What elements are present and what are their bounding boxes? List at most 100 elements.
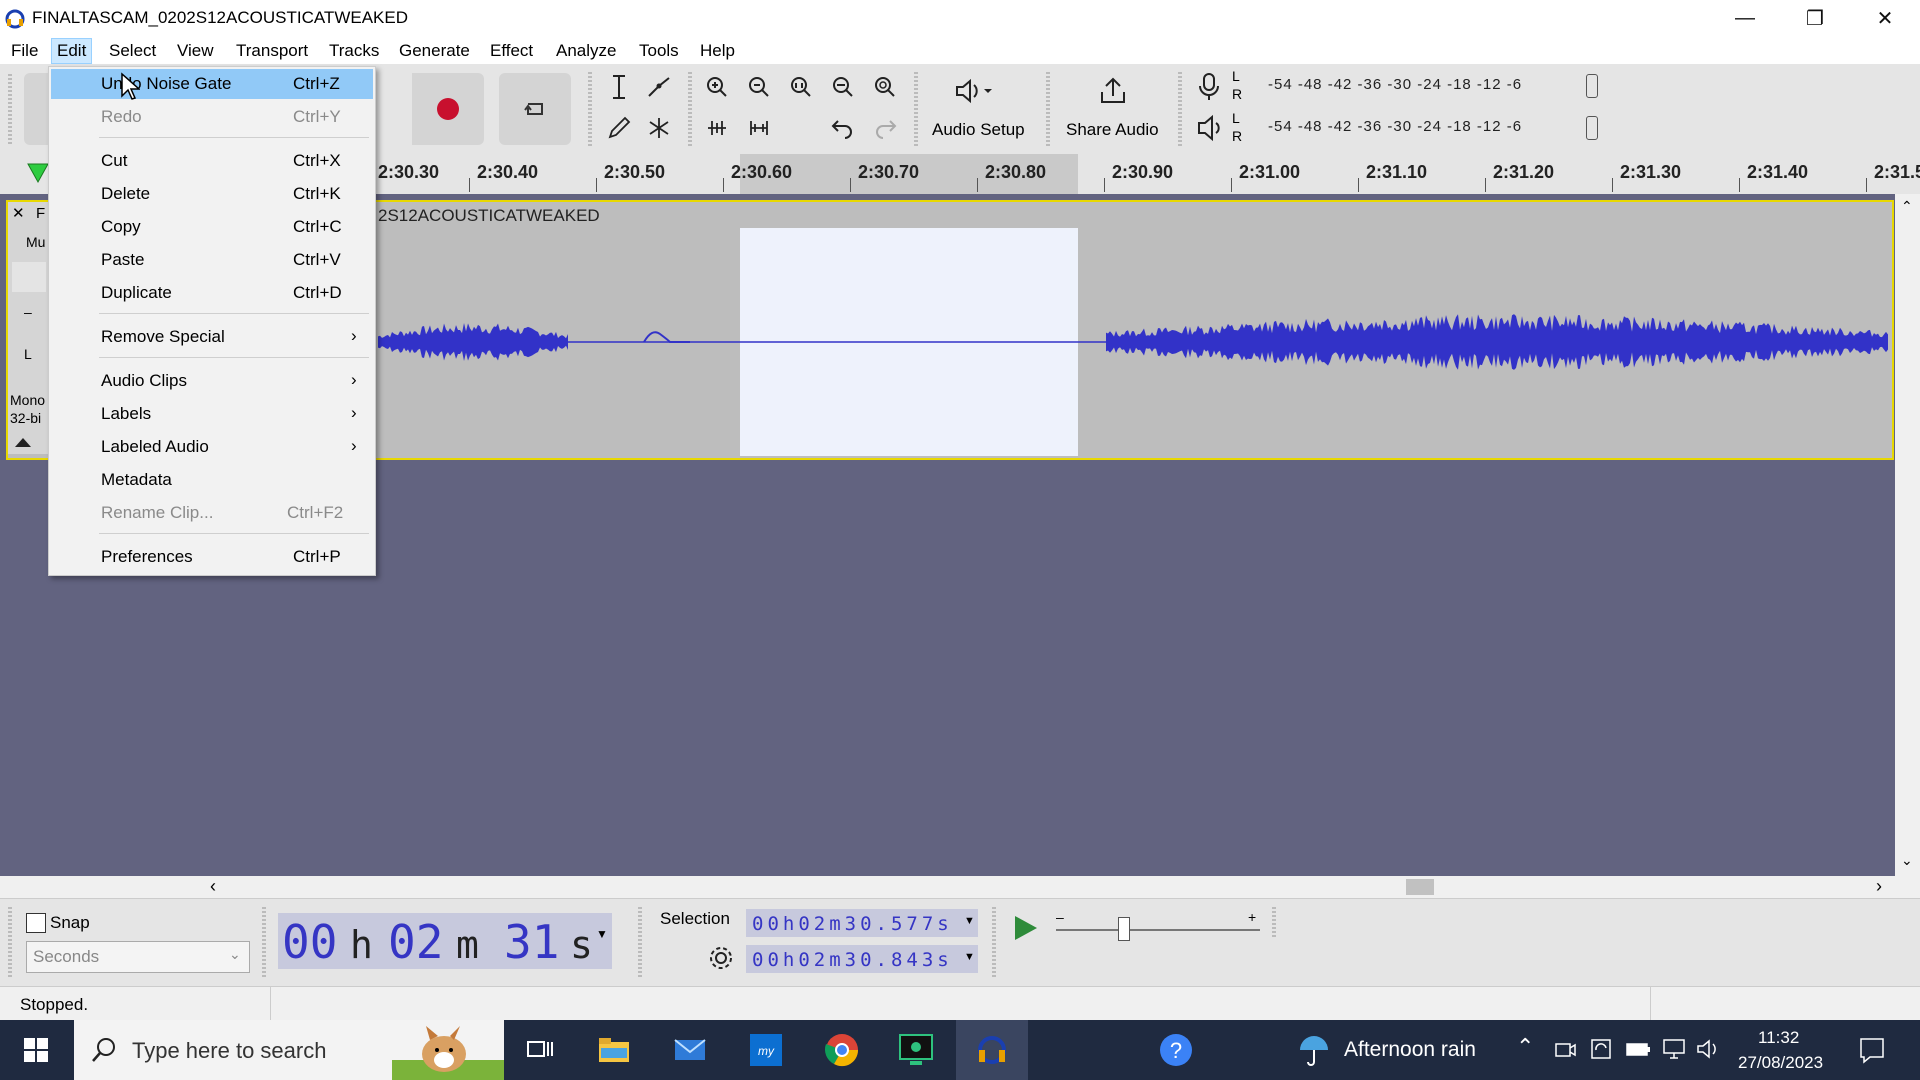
menu-item-metadata[interactable]: Metadata xyxy=(51,465,373,495)
scroll-down-icon[interactable]: ⌄ xyxy=(1901,852,1913,869)
loop-button[interactable] xyxy=(499,73,571,145)
redo-button[interactable] xyxy=(868,111,902,145)
scroll-left-icon[interactable]: ‹ xyxy=(210,876,216,897)
menu-item-audio-clips[interactable]: Audio Clips › xyxy=(51,366,373,396)
menu-item-delete[interactable]: Delete Ctrl+K xyxy=(51,179,373,209)
menu-item-duplicate[interactable]: Duplicate Ctrl+D xyxy=(51,278,373,308)
track-name-button[interactable]: F xyxy=(36,205,45,222)
audacity-taskbar-button[interactable] xyxy=(956,1020,1028,1080)
task-view-icon xyxy=(527,1041,553,1057)
menu-tracks[interactable]: Tracks xyxy=(324,39,384,63)
clock-date[interactable]: 27/08/2023 xyxy=(1738,1053,1823,1073)
gear-icon[interactable] xyxy=(708,945,734,971)
chevron-up-icon[interactable]: ⌃ xyxy=(1516,1034,1534,1060)
bottom-toolbar: Snap Seconds ⌄ 00 h 02 m 31 s ▼ Selectio… xyxy=(0,898,1920,987)
clock-time[interactable]: 11:32 xyxy=(1758,1028,1799,1048)
menu-file[interactable]: File xyxy=(6,39,43,63)
file-explorer-button[interactable] xyxy=(578,1020,650,1080)
record-button[interactable] xyxy=(412,73,484,145)
menu-item-copy[interactable]: Copy Ctrl+C xyxy=(51,212,373,242)
zoom-out-button[interactable] xyxy=(742,70,776,104)
menu-item-undo[interactable]: Undo Noise Gate Ctrl+Z xyxy=(51,69,373,99)
draw-tool-button[interactable] xyxy=(602,111,636,145)
notification-icon[interactable] xyxy=(1858,1036,1886,1064)
playback-speed-slider[interactable]: – + xyxy=(1056,909,1260,945)
horizontal-scrollbar[interactable]: ‹ › xyxy=(0,876,1920,898)
collapse-track-icon[interactable] xyxy=(12,434,34,450)
menu-effect[interactable]: Effect xyxy=(485,39,538,63)
network-icon[interactable] xyxy=(1662,1038,1688,1060)
menu-generate[interactable]: Generate xyxy=(394,39,475,63)
time-display[interactable]: 00 h 02 m 31 s ▼ xyxy=(278,913,612,969)
microphone-icon[interactable] xyxy=(1196,72,1222,102)
menu-transport[interactable]: Transport xyxy=(231,39,313,63)
snap-unit-select[interactable]: Seconds ⌄ xyxy=(26,941,250,973)
record-meter[interactable]: -54 -48 -42 -36 -30 -24 -18 -12 -6 xyxy=(1248,70,1600,100)
playback-meter[interactable]: -54 -48 -42 -36 -30 -24 -18 -12 -6 xyxy=(1248,112,1600,142)
trim-icon xyxy=(708,121,726,135)
task-view-button[interactable] xyxy=(504,1020,576,1080)
menu-item-remove-special[interactable]: Remove Special › xyxy=(51,322,373,352)
screen-recorder-button[interactable] xyxy=(880,1020,952,1080)
selection-end-field[interactable]: 00h02m30.843s ▼ xyxy=(746,945,978,973)
start-button[interactable] xyxy=(0,1020,72,1080)
track-control-panel[interactable]: ✕ F Mu – L Mono 32-bi xyxy=(8,202,50,454)
myhp-button[interactable]: my xyxy=(730,1020,802,1080)
speed-slider-thumb[interactable] xyxy=(1118,917,1130,941)
play-head-icon[interactable] xyxy=(26,162,50,184)
menu-item-labels[interactable]: Labels › xyxy=(51,399,373,429)
battery-icon[interactable] xyxy=(1626,1040,1652,1058)
menu-tools[interactable]: Tools xyxy=(634,39,684,63)
undo-button[interactable] xyxy=(826,111,860,145)
scroll-right-icon[interactable]: › xyxy=(1876,876,1882,897)
menu-help[interactable]: Help xyxy=(695,39,740,63)
mute-button[interactable]: Mu xyxy=(26,234,45,250)
taskbar-search-box[interactable]: Type here to search xyxy=(74,1020,504,1080)
zoom-in-button[interactable] xyxy=(700,70,734,104)
track-close-button[interactable]: ✕ xyxy=(12,204,25,222)
menu-item-cut[interactable]: Cut Ctrl+X xyxy=(51,146,373,176)
track-button[interactable] xyxy=(12,262,46,292)
rain-umbrella-icon[interactable] xyxy=(1296,1034,1332,1068)
menu-item-labeled-audio[interactable]: Labeled Audio › xyxy=(51,432,373,462)
menu-view[interactable]: View xyxy=(172,39,219,63)
snap-checkbox[interactable] xyxy=(26,913,46,933)
minimize-button[interactable]: — xyxy=(1710,0,1780,36)
speaker-meter-icon[interactable] xyxy=(1196,114,1224,142)
menu-edit[interactable]: Edit xyxy=(51,38,93,64)
menu-analyze[interactable]: Analyze xyxy=(551,39,621,63)
fit-selection-button[interactable] xyxy=(784,70,818,104)
toolbar-grip[interactable] xyxy=(8,74,12,144)
playback-meter-slider[interactable] xyxy=(1586,116,1598,140)
help-app-button[interactable]: ? xyxy=(1140,1020,1212,1080)
scroll-up-icon[interactable]: ⌃ xyxy=(1901,198,1913,215)
share-audio-button[interactable]: Share Audio xyxy=(1058,68,1168,150)
zoom-toggle-button[interactable] xyxy=(868,70,902,104)
zoom-toggle-icon xyxy=(875,77,895,97)
menu-item-redo[interactable]: Redo Ctrl+Y xyxy=(51,102,373,132)
envelope-tool-button[interactable] xyxy=(642,70,676,104)
chrome-button[interactable] xyxy=(806,1020,878,1080)
selection-start-field[interactable]: 00h02m30.577s ▼ xyxy=(746,909,978,937)
trim-audio-button[interactable] xyxy=(700,111,734,145)
menu-select[interactable]: Select xyxy=(104,39,161,63)
restore-button[interactable]: ❐ xyxy=(1780,0,1850,36)
selection-tool-button[interactable] xyxy=(602,70,636,104)
fit-project-button[interactable] xyxy=(826,70,860,104)
vertical-scrollbar[interactable]: ⌃ ⌄ xyxy=(1895,194,1920,876)
multi-tool-button[interactable] xyxy=(642,111,676,145)
close-window-button[interactable]: ✕ xyxy=(1850,0,1920,36)
menu-item-paste[interactable]: Paste Ctrl+V xyxy=(51,245,373,275)
meet-now-icon[interactable] xyxy=(1554,1040,1576,1060)
menu-item-preferences[interactable]: Preferences Ctrl+P xyxy=(51,542,373,572)
silence-audio-button[interactable] xyxy=(742,111,776,145)
volume-icon[interactable] xyxy=(1696,1038,1722,1060)
weather-text[interactable]: Afternoon rain xyxy=(1344,1038,1476,1062)
horizontal-scroll-thumb[interactable] xyxy=(1406,879,1434,895)
audio-setup-button[interactable]: Audio Setup xyxy=(926,68,1036,150)
record-meter-slider[interactable] xyxy=(1586,74,1598,98)
sync-icon[interactable] xyxy=(1590,1038,1612,1060)
menu-item-rename-clip[interactable]: Rename Clip... Ctrl+F2 xyxy=(51,498,373,528)
mail-button[interactable] xyxy=(654,1020,726,1080)
play-at-speed-icon[interactable] xyxy=(1010,913,1040,943)
